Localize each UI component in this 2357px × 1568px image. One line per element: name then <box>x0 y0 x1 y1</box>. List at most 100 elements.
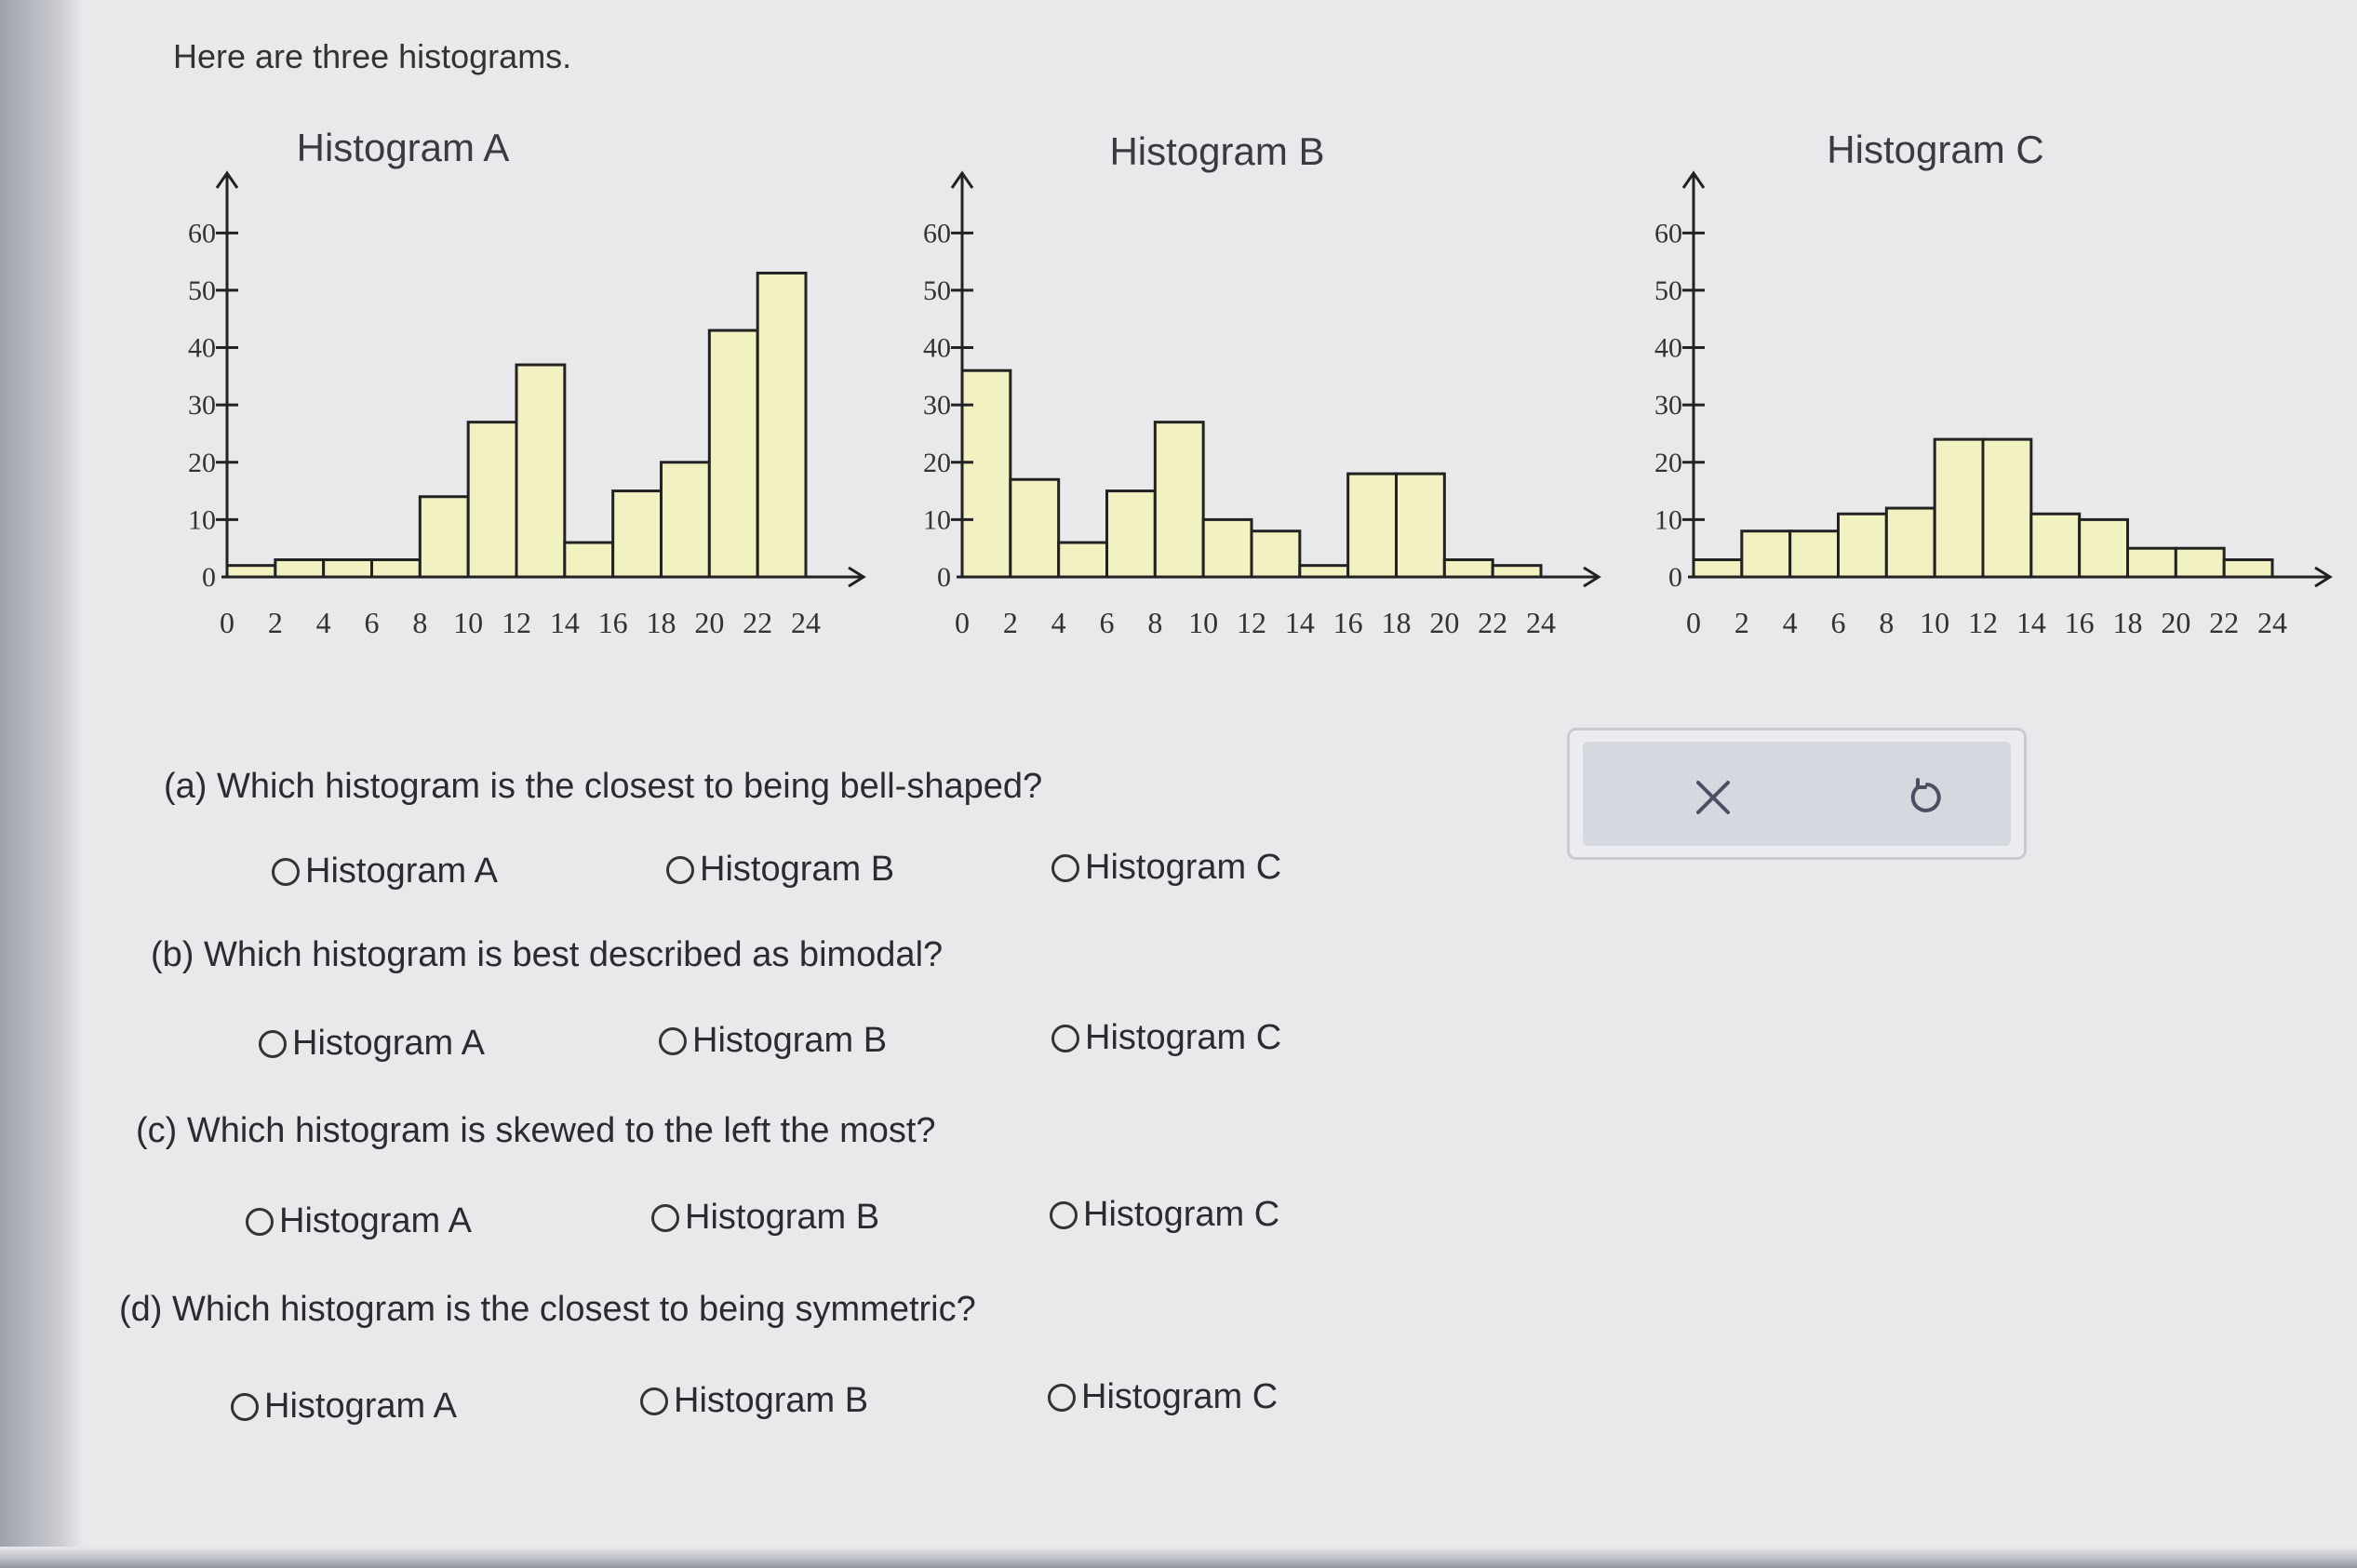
radio-button[interactable] <box>231 1392 259 1421</box>
histogram-bar <box>2126 546 2177 579</box>
y-tick-label: 10 <box>188 504 216 535</box>
x-tick-label: 8 <box>412 606 427 639</box>
histogram-bar <box>2029 512 2082 579</box>
option-a-histogram-c[interactable]: Histogram C <box>1051 848 1281 888</box>
x-tick-label: 6 <box>1100 606 1115 639</box>
histogram-bar <box>563 541 615 579</box>
histogram-bar <box>1395 472 1446 579</box>
y-tick-label: 60 <box>923 218 951 248</box>
option-d-histogram-a[interactable]: Histogram A <box>231 1387 457 1427</box>
x-tick-label: 4 <box>316 606 331 639</box>
histogram-bar <box>1250 529 1302 579</box>
option-b-histogram-a[interactable]: Histogram A <box>259 1024 485 1064</box>
y-tick-label: 10 <box>1654 504 1682 535</box>
answer-tools-panel <box>1567 728 2027 860</box>
histogram-bar <box>1153 421 1205 579</box>
y-tick-label: 30 <box>923 390 951 421</box>
histogram-bar <box>1298 564 1350 579</box>
undo-icon <box>1910 778 1941 812</box>
x-tick-label: 6 <box>1831 606 1846 639</box>
y-tick-label: 30 <box>188 390 216 421</box>
option-a-histogram-a[interactable]: Histogram A <box>272 851 498 891</box>
radio-button[interactable] <box>666 855 694 884</box>
radio-button[interactable] <box>651 1203 679 1232</box>
x-tick-label: 10 <box>453 606 483 639</box>
option-d-histogram-b[interactable]: Histogram B <box>640 1381 868 1421</box>
x-tick-label: 18 <box>2113 606 2143 639</box>
option-label: Histogram C <box>1083 1195 1280 1234</box>
option-label: Histogram A <box>292 1024 485 1063</box>
x-icon <box>1696 781 1730 814</box>
y-tick-label: 50 <box>188 275 216 306</box>
radio-button[interactable] <box>1051 1024 1079 1052</box>
option-label: Histogram C <box>1085 1018 1282 1057</box>
histogram-bar <box>370 558 422 579</box>
x-tick-label: 0 <box>955 606 970 639</box>
x-tick-label: 2 <box>1003 606 1018 639</box>
x-tick-label: 2 <box>268 606 283 639</box>
question-b: (b) Which histogram is best described as… <box>151 935 944 974</box>
x-tick-label: 22 <box>743 606 772 639</box>
radio-button[interactable] <box>272 857 300 886</box>
x-tick-label: 18 <box>1382 606 1412 639</box>
option-label: Histogram A <box>305 851 498 891</box>
left-shadow <box>0 0 84 1568</box>
x-tick-label: 8 <box>1879 606 1894 639</box>
clear-button[interactable] <box>1676 762 1750 833</box>
option-c-histogram-b[interactable]: Histogram B <box>651 1198 879 1238</box>
histogram-bar <box>1933 437 1985 579</box>
radio-button[interactable] <box>246 1207 274 1236</box>
x-tick-label: 10 <box>1920 606 1949 639</box>
intro-text: Here are three histograms. <box>173 37 572 75</box>
radio-button[interactable] <box>1050 1200 1078 1229</box>
x-tick-label: 12 <box>502 606 531 639</box>
histogram-bar <box>756 271 808 579</box>
option-a-histogram-b[interactable]: Histogram B <box>666 850 894 890</box>
option-c-histogram-c[interactable]: Histogram C <box>1050 1195 1279 1235</box>
question-c: (c) Which histogram is skewed to the lef… <box>136 1111 936 1150</box>
radio-button[interactable] <box>1051 853 1079 882</box>
x-tick-label: 24 <box>1526 606 1556 639</box>
tools-inner <box>1583 742 2011 846</box>
histogram-bar <box>611 489 663 579</box>
x-tick-label: 4 <box>1051 606 1066 639</box>
radio-button[interactable] <box>1048 1383 1076 1412</box>
option-b-histogram-c[interactable]: Histogram C <box>1051 1018 1281 1058</box>
y-tick-label: 30 <box>1654 390 1682 421</box>
x-tick-label: 16 <box>2065 606 2095 639</box>
undo-button[interactable] <box>1890 762 1964 833</box>
y-tick-label: 40 <box>188 333 216 364</box>
histogram-bar <box>2222 558 2274 579</box>
histogram-bar <box>466 421 518 579</box>
radio-button[interactable] <box>259 1029 287 1058</box>
histogram-bar <box>1057 541 1109 579</box>
option-c-histogram-a[interactable]: Histogram A <box>246 1201 472 1241</box>
y-tick-label: 50 <box>1654 275 1682 306</box>
histogram-bar <box>1105 489 1157 579</box>
x-tick-label: 0 <box>1686 606 1701 639</box>
y-tick-label: 60 <box>1654 218 1682 248</box>
x-tick-label: 10 <box>1188 606 1218 639</box>
histogram-bar <box>418 495 470 579</box>
bottom-edge <box>0 1547 2357 1568</box>
histogram-bar <box>274 558 326 579</box>
radio-button[interactable] <box>659 1026 687 1055</box>
y-tick-label: 10 <box>923 504 951 535</box>
question-d: (d) Which histogram is the closest to be… <box>119 1290 976 1329</box>
y-tick-label: 40 <box>923 333 951 364</box>
option-d-histogram-c[interactable]: Histogram C <box>1048 1377 1278 1417</box>
option-label: Histogram B <box>700 850 895 889</box>
histogram-bar <box>1346 472 1398 579</box>
histogram-bar <box>1491 564 1543 579</box>
x-tick-label: 6 <box>365 606 380 639</box>
histogram-title: Histogram B <box>1109 129 1324 173</box>
x-tick-label: 20 <box>1429 606 1459 639</box>
option-b-histogram-b[interactable]: Histogram B <box>659 1021 887 1061</box>
x-tick-label: 16 <box>598 606 628 639</box>
histogram-bar <box>660 461 711 579</box>
radio-button[interactable] <box>640 1387 668 1415</box>
option-label: Histogram B <box>692 1021 888 1060</box>
x-tick-label: 8 <box>1147 606 1162 639</box>
histogram-bar <box>1837 512 1888 579</box>
histogram-bar <box>1981 437 2033 579</box>
